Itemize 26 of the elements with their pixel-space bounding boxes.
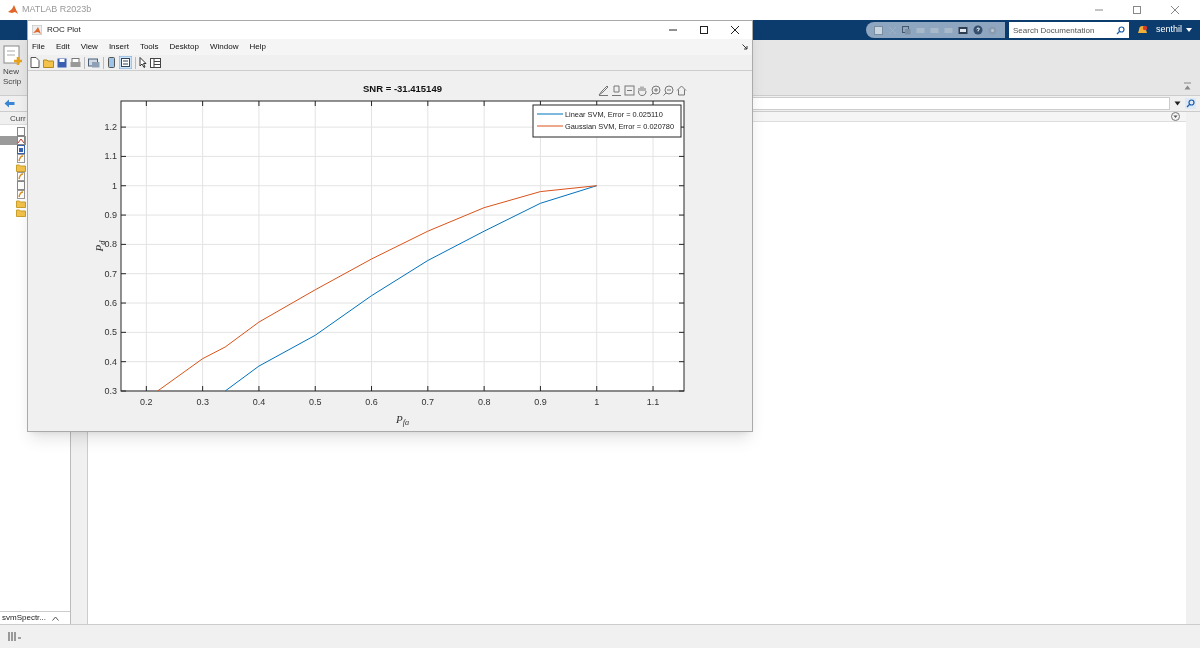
tick-label: 0.6 (104, 298, 117, 309)
window-title: MATLAB R2023b (22, 3, 92, 17)
window-title: ROC Plot (47, 24, 81, 36)
tick-label: 0.9 (534, 397, 547, 407)
tick-label: 0.8 (477, 397, 491, 407)
tick-label: 0.7 (104, 268, 117, 279)
tick-label: 0.4 (104, 356, 117, 367)
tick-label: 1 (594, 397, 600, 407)
tick-label: 0.3 (104, 386, 117, 396)
chart-title: SNR = -31.415149 (363, 83, 442, 94)
button-label: New (3, 67, 19, 77)
tick-label: 0.4 (252, 397, 266, 407)
tick-label: 1.2 (104, 122, 117, 133)
tick-label: 0.2 (140, 397, 153, 407)
button-label: Scrip (3, 77, 22, 87)
tick-label: 0.5 (309, 397, 322, 407)
tick-label: 0.6 (365, 397, 378, 407)
tick-label: 0.9 (104, 210, 117, 221)
tick-label: 1.1 (646, 397, 660, 407)
tick-label: 0.7 (421, 397, 435, 407)
tick-label: 1.1 (104, 151, 117, 162)
tick-label: 0.3 (196, 397, 209, 407)
x-axis-label: P$_{fa}$ (395, 413, 410, 425)
tick-label: 0.5 (104, 327, 117, 338)
tick-label: 1 (112, 180, 117, 191)
tick-label: 0.8 (104, 239, 117, 250)
